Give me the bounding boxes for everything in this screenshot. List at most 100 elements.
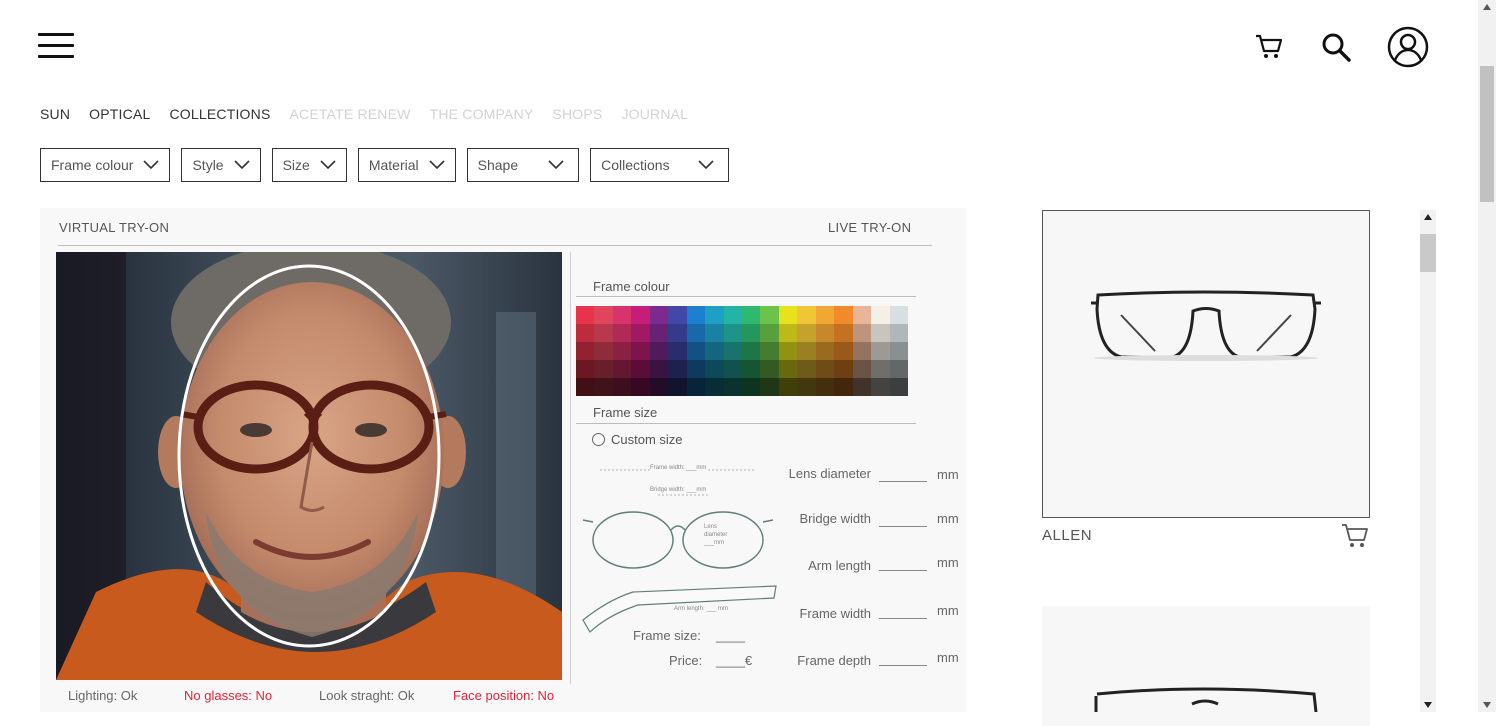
colour-swatch[interactable] (649, 324, 669, 342)
colour-swatch[interactable] (668, 324, 687, 342)
colour-swatch[interactable] (778, 378, 798, 396)
scroll-up-icon[interactable] (1483, 4, 1491, 10)
product-name[interactable]: ALLEN (1042, 527, 1092, 544)
colour-swatch[interactable] (705, 324, 724, 342)
colour-swatch[interactable] (649, 378, 669, 396)
colour-swatch[interactable] (797, 360, 816, 378)
colour-swatch[interactable] (815, 324, 835, 342)
colour-swatch[interactable] (705, 378, 724, 396)
colour-swatch[interactable] (723, 342, 742, 360)
colour-swatch[interactable] (797, 306, 816, 324)
filter-material[interactable]: Material (357, 148, 456, 182)
nav-shops[interactable]: SHOPS (552, 106, 602, 122)
colour-swatch[interactable] (686, 324, 706, 342)
colour-swatch[interactable] (778, 306, 798, 324)
colour-swatch[interactable] (852, 306, 872, 324)
colour-swatch[interactable] (576, 306, 595, 324)
colour-swatch[interactable] (705, 306, 724, 324)
colour-swatch[interactable] (871, 342, 890, 360)
colour-swatch[interactable] (723, 324, 742, 342)
colour-swatch[interactable] (594, 324, 613, 342)
scrollbar-thumb[interactable] (1420, 234, 1436, 272)
colour-swatch[interactable] (668, 360, 687, 378)
filter-style[interactable]: Style (181, 148, 261, 182)
colour-swatch[interactable] (889, 360, 908, 378)
colour-swatch[interactable] (760, 360, 779, 378)
colour-swatch[interactable] (612, 306, 632, 324)
colour-swatch[interactable] (889, 378, 908, 396)
colour-palette[interactable] (576, 306, 908, 396)
measurement-input[interactable] (879, 526, 927, 527)
colour-swatch[interactable] (760, 378, 779, 396)
colour-swatch[interactable] (631, 360, 650, 378)
filter-collections[interactable]: Collections (590, 148, 729, 182)
colour-swatch[interactable] (594, 306, 613, 324)
colour-swatch[interactable] (871, 306, 890, 324)
user-account-icon[interactable] (1387, 26, 1429, 73)
colour-swatch[interactable] (742, 342, 761, 360)
colour-swatch[interactable] (797, 324, 816, 342)
cart-icon[interactable] (1254, 31, 1284, 66)
colour-swatch[interactable] (594, 342, 613, 360)
colour-swatch[interactable] (742, 378, 761, 396)
filter-shape[interactable]: Shape (466, 148, 580, 182)
colour-swatch[interactable] (760, 306, 779, 324)
colour-swatch[interactable] (778, 360, 798, 378)
tab-virtual-try-on[interactable]: VIRTUAL TRY-ON (59, 220, 169, 235)
nav-sun[interactable]: SUN (40, 106, 70, 122)
radio-button[interactable] (592, 433, 605, 446)
colour-swatch[interactable] (852, 342, 872, 360)
colour-swatch[interactable] (815, 342, 835, 360)
colour-swatch[interactable] (834, 324, 853, 342)
colour-swatch[interactable] (871, 324, 890, 342)
colour-swatch[interactable] (834, 378, 853, 396)
colour-swatch[interactable] (668, 342, 687, 360)
colour-swatch[interactable] (649, 306, 669, 324)
colour-swatch[interactable] (815, 360, 835, 378)
measurement-input[interactable] (879, 665, 927, 666)
measurement-input[interactable] (879, 570, 927, 571)
colour-swatch[interactable] (852, 360, 872, 378)
colour-swatch[interactable] (576, 378, 595, 396)
colour-swatch[interactable] (686, 360, 706, 378)
colour-swatch[interactable] (631, 378, 650, 396)
nav-journal[interactable]: JOURNAL (621, 106, 688, 122)
add-to-cart-icon[interactable] (1340, 522, 1370, 555)
scroll-down-icon[interactable] (1424, 702, 1432, 708)
colour-swatch[interactable] (723, 378, 742, 396)
colour-swatch[interactable] (668, 378, 687, 396)
product-list-scrollbar[interactable] (1420, 210, 1436, 712)
colour-swatch[interactable] (576, 360, 595, 378)
product-card-image[interactable] (1042, 210, 1370, 518)
colour-swatch[interactable] (705, 342, 724, 360)
colour-swatch[interactable] (705, 360, 724, 378)
colour-swatch[interactable] (778, 324, 798, 342)
colour-swatch[interactable] (723, 360, 742, 378)
colour-swatch[interactable] (649, 360, 669, 378)
colour-swatch[interactable] (889, 324, 908, 342)
measurement-input[interactable] (879, 481, 927, 482)
colour-swatch[interactable] (889, 342, 908, 360)
tab-live-try-on[interactable]: LIVE TRY-ON (828, 220, 911, 235)
colour-swatch[interactable] (760, 342, 779, 360)
measurement-input[interactable] (879, 618, 927, 619)
colour-swatch[interactable] (594, 378, 613, 396)
colour-swatch[interactable] (815, 378, 835, 396)
nav-acetate-renew[interactable]: ACETATE RENEW (289, 106, 410, 122)
colour-swatch[interactable] (797, 378, 816, 396)
custom-size-option[interactable]: Custom size (592, 432, 683, 447)
colour-swatch[interactable] (742, 306, 761, 324)
scrollbar-thumb[interactable] (1480, 66, 1494, 202)
colour-swatch[interactable] (723, 306, 742, 324)
colour-swatch[interactable] (649, 342, 669, 360)
colour-swatch[interactable] (852, 378, 872, 396)
colour-swatch[interactable] (834, 306, 853, 324)
colour-swatch[interactable] (612, 360, 632, 378)
nav-optical[interactable]: OPTICAL (89, 106, 150, 122)
colour-swatch[interactable] (760, 324, 779, 342)
colour-swatch[interactable] (815, 306, 835, 324)
colour-swatch[interactable] (576, 324, 595, 342)
search-icon[interactable] (1320, 31, 1352, 68)
colour-swatch[interactable] (871, 378, 890, 396)
colour-swatch[interactable] (834, 360, 853, 378)
